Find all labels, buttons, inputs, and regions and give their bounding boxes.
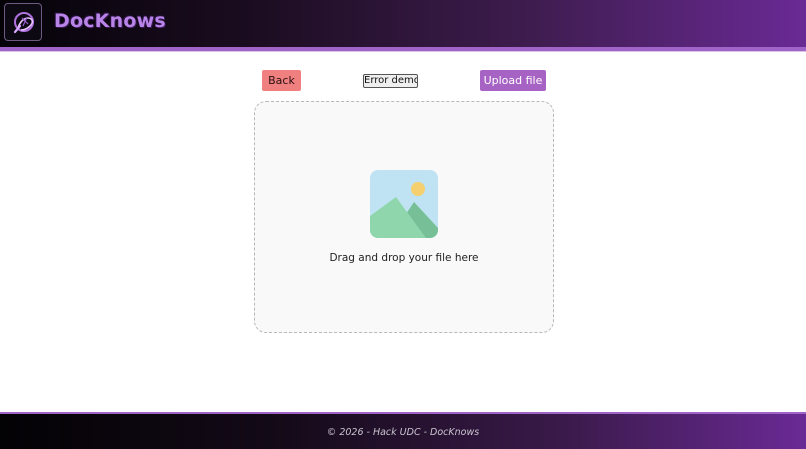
error-demo-button[interactable]: Error demo <box>363 74 418 88</box>
footer-copyright: © 2026 - Hack UDC - DocKnows <box>326 427 480 438</box>
page-footer: © 2026 - Hack UDC - DocKnows <box>0 414 806 449</box>
app-page: DocKnows Back Error demo Upload file Dra… <box>0 0 806 449</box>
file-dropzone[interactable]: Drag and drop your file here <box>254 101 554 333</box>
header-divider <box>0 51 806 52</box>
top-header: DocKnows <box>0 0 806 51</box>
docknows-logo-icon <box>13 12 34 34</box>
brand-title: DocKnows <box>54 10 166 32</box>
back-button[interactable]: Back <box>262 70 301 91</box>
logo[interactable] <box>4 3 42 41</box>
upload-file-button[interactable]: Upload file <box>480 70 546 91</box>
dropzone-instructions: Drag and drop your file here <box>329 252 479 264</box>
image-placeholder-icon <box>370 170 438 238</box>
